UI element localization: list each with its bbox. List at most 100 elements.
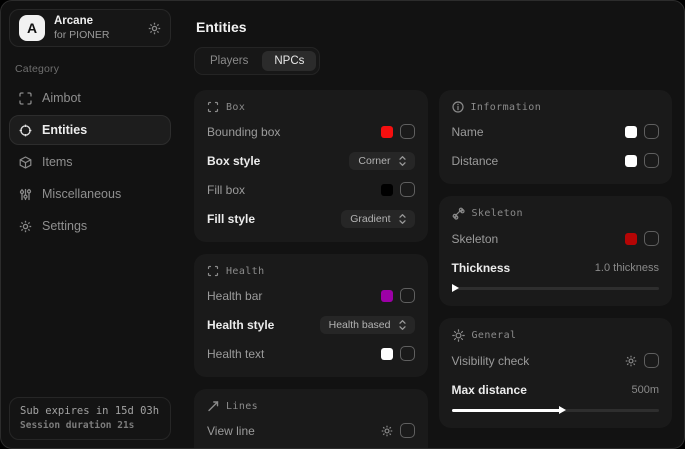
sidebar-item-miscellaneous[interactable]: Miscellaneous: [9, 179, 171, 209]
card-skeleton: Skeleton Skeleton Thickness 1.0 thicknes…: [439, 196, 673, 306]
sliders-icon: [19, 188, 32, 201]
sidebar: A Arcane for PIONER Category Aimbot Enti…: [1, 1, 179, 448]
setting-row-health-style: Health style Health based: [207, 314, 415, 335]
category-label: Category: [15, 63, 165, 75]
chevrons-up-down-icon: [397, 319, 408, 331]
sidebar-nav: Aimbot Entities Items Miscellaneous: [9, 83, 171, 241]
sun-icon: [452, 329, 465, 342]
setting-row-skeleton: Skeleton: [452, 228, 660, 249]
setting-row-health-text: Health text: [207, 343, 415, 364]
setting-row-distance: Distance: [452, 150, 660, 171]
setting-label: Visibility check: [452, 354, 530, 368]
setting-label: Skeleton: [452, 232, 499, 246]
card-title: Health: [226, 266, 265, 277]
setting-row-health-bar: Health bar: [207, 285, 415, 306]
bounding-box-checkbox[interactable]: [400, 124, 415, 139]
health-style-dropdown[interactable]: Health based: [320, 316, 415, 334]
sidebar-item-label: Miscellaneous: [42, 187, 121, 201]
setting-label: Bounding box: [207, 125, 280, 139]
app-logo: A: [19, 15, 45, 41]
scan-icon: [19, 92, 32, 105]
thickness-value: 1.0 thickness: [595, 262, 659, 274]
slider-handle[interactable]: [452, 284, 459, 292]
app-subtitle: for PIONER: [54, 29, 139, 41]
dropdown-value: Gradient: [350, 213, 390, 225]
color-swatch[interactable]: [625, 155, 637, 167]
crosshair-icon: [19, 124, 32, 137]
health-text-checkbox[interactable]: [400, 346, 415, 361]
card-title: Lines: [226, 401, 258, 412]
setting-label: Max distance: [452, 383, 527, 397]
tab-players[interactable]: Players: [198, 51, 260, 71]
color-swatch[interactable]: [381, 348, 393, 360]
package-icon: [19, 156, 32, 169]
max-distance-slider[interactable]: [452, 405, 660, 415]
sidebar-item-label: Entities: [42, 123, 87, 137]
visibility-check-checkbox[interactable]: [644, 353, 659, 368]
setting-row-box-style: Box style Corner: [207, 150, 415, 171]
thickness-slider[interactable]: [452, 283, 660, 293]
dropdown-value: Corner: [358, 155, 390, 167]
slider-handle[interactable]: [559, 406, 566, 414]
gear-icon[interactable]: [625, 355, 637, 367]
card-title: General: [472, 330, 517, 341]
entity-type-tabs: Players NPCs: [194, 47, 320, 75]
app-window: A Arcane for PIONER Category Aimbot Enti…: [0, 0, 685, 449]
gear-icon[interactable]: [381, 425, 393, 437]
card-health: Health Health bar Health style Health ba…: [194, 254, 428, 377]
setting-row-fill-box: Fill box: [207, 179, 415, 200]
sidebar-item-items[interactable]: Items: [9, 147, 171, 177]
fill-style-dropdown[interactable]: Gradient: [341, 210, 414, 228]
chevrons-up-down-icon: [397, 213, 408, 225]
color-swatch[interactable]: [381, 184, 393, 196]
setting-row-fill-style: Fill style Gradient: [207, 208, 415, 229]
setting-row-visibility-check: Visibility check: [452, 350, 660, 371]
card-title: Skeleton: [472, 208, 523, 219]
setting-row-max-distance: Max distance 500m: [452, 379, 660, 400]
card-box: Box Bounding box Box style Corner: [194, 90, 428, 242]
sidebar-item-settings[interactable]: Settings: [9, 211, 171, 241]
setting-label: Thickness: [452, 261, 511, 275]
setting-label: Name: [452, 125, 484, 139]
setting-label: Distance: [452, 154, 499, 168]
dropdown-value: Health based: [329, 319, 391, 331]
card-title: Box: [226, 102, 245, 113]
setting-row-view-line: View line: [207, 420, 415, 441]
card-lines: Lines View line Line to enemy: [194, 389, 428, 448]
sub-expiry-text: Sub expires in 15d 03h: [20, 405, 160, 417]
corner-brackets-icon: [207, 265, 219, 277]
tab-npcs[interactable]: NPCs: [262, 51, 316, 71]
setting-row-name: Name: [452, 121, 660, 142]
card-general: General Visibility check Max distance 50…: [439, 318, 673, 428]
color-swatch[interactable]: [381, 126, 393, 138]
setting-row-bounding-box: Bounding box: [207, 121, 415, 142]
distance-checkbox[interactable]: [644, 153, 659, 168]
color-swatch[interactable]: [381, 290, 393, 302]
fill-box-checkbox[interactable]: [400, 182, 415, 197]
setting-label: View line: [207, 424, 255, 438]
box-style-dropdown[interactable]: Corner: [349, 152, 414, 170]
color-swatch[interactable]: [625, 126, 637, 138]
setting-label: Health bar: [207, 289, 262, 303]
sidebar-item-label: Settings: [42, 219, 87, 233]
setting-label: Fill box: [207, 183, 245, 197]
gear-icon[interactable]: [148, 22, 161, 35]
card-title: Information: [471, 102, 542, 113]
name-checkbox[interactable]: [644, 124, 659, 139]
subscription-status-box: Sub expires in 15d 03h Session duration …: [9, 397, 171, 440]
setting-row-thickness: Thickness 1.0 thickness: [452, 257, 660, 278]
session-duration-text: Session duration 21s: [20, 420, 160, 431]
health-bar-checkbox[interactable]: [400, 288, 415, 303]
sidebar-item-entities[interactable]: Entities: [9, 115, 171, 145]
setting-label: Health style: [207, 318, 274, 332]
sidebar-item-aimbot[interactable]: Aimbot: [9, 83, 171, 113]
card-information: Information Name Distance: [439, 90, 673, 184]
chevrons-up-down-icon: [397, 155, 408, 167]
max-distance-value: 500m: [631, 384, 659, 396]
page-title: Entities: [196, 19, 672, 35]
color-swatch[interactable]: [625, 233, 637, 245]
gear-icon: [19, 220, 32, 233]
sidebar-item-label: Items: [42, 155, 73, 169]
view-line-checkbox[interactable]: [400, 423, 415, 438]
skeleton-checkbox[interactable]: [644, 231, 659, 246]
